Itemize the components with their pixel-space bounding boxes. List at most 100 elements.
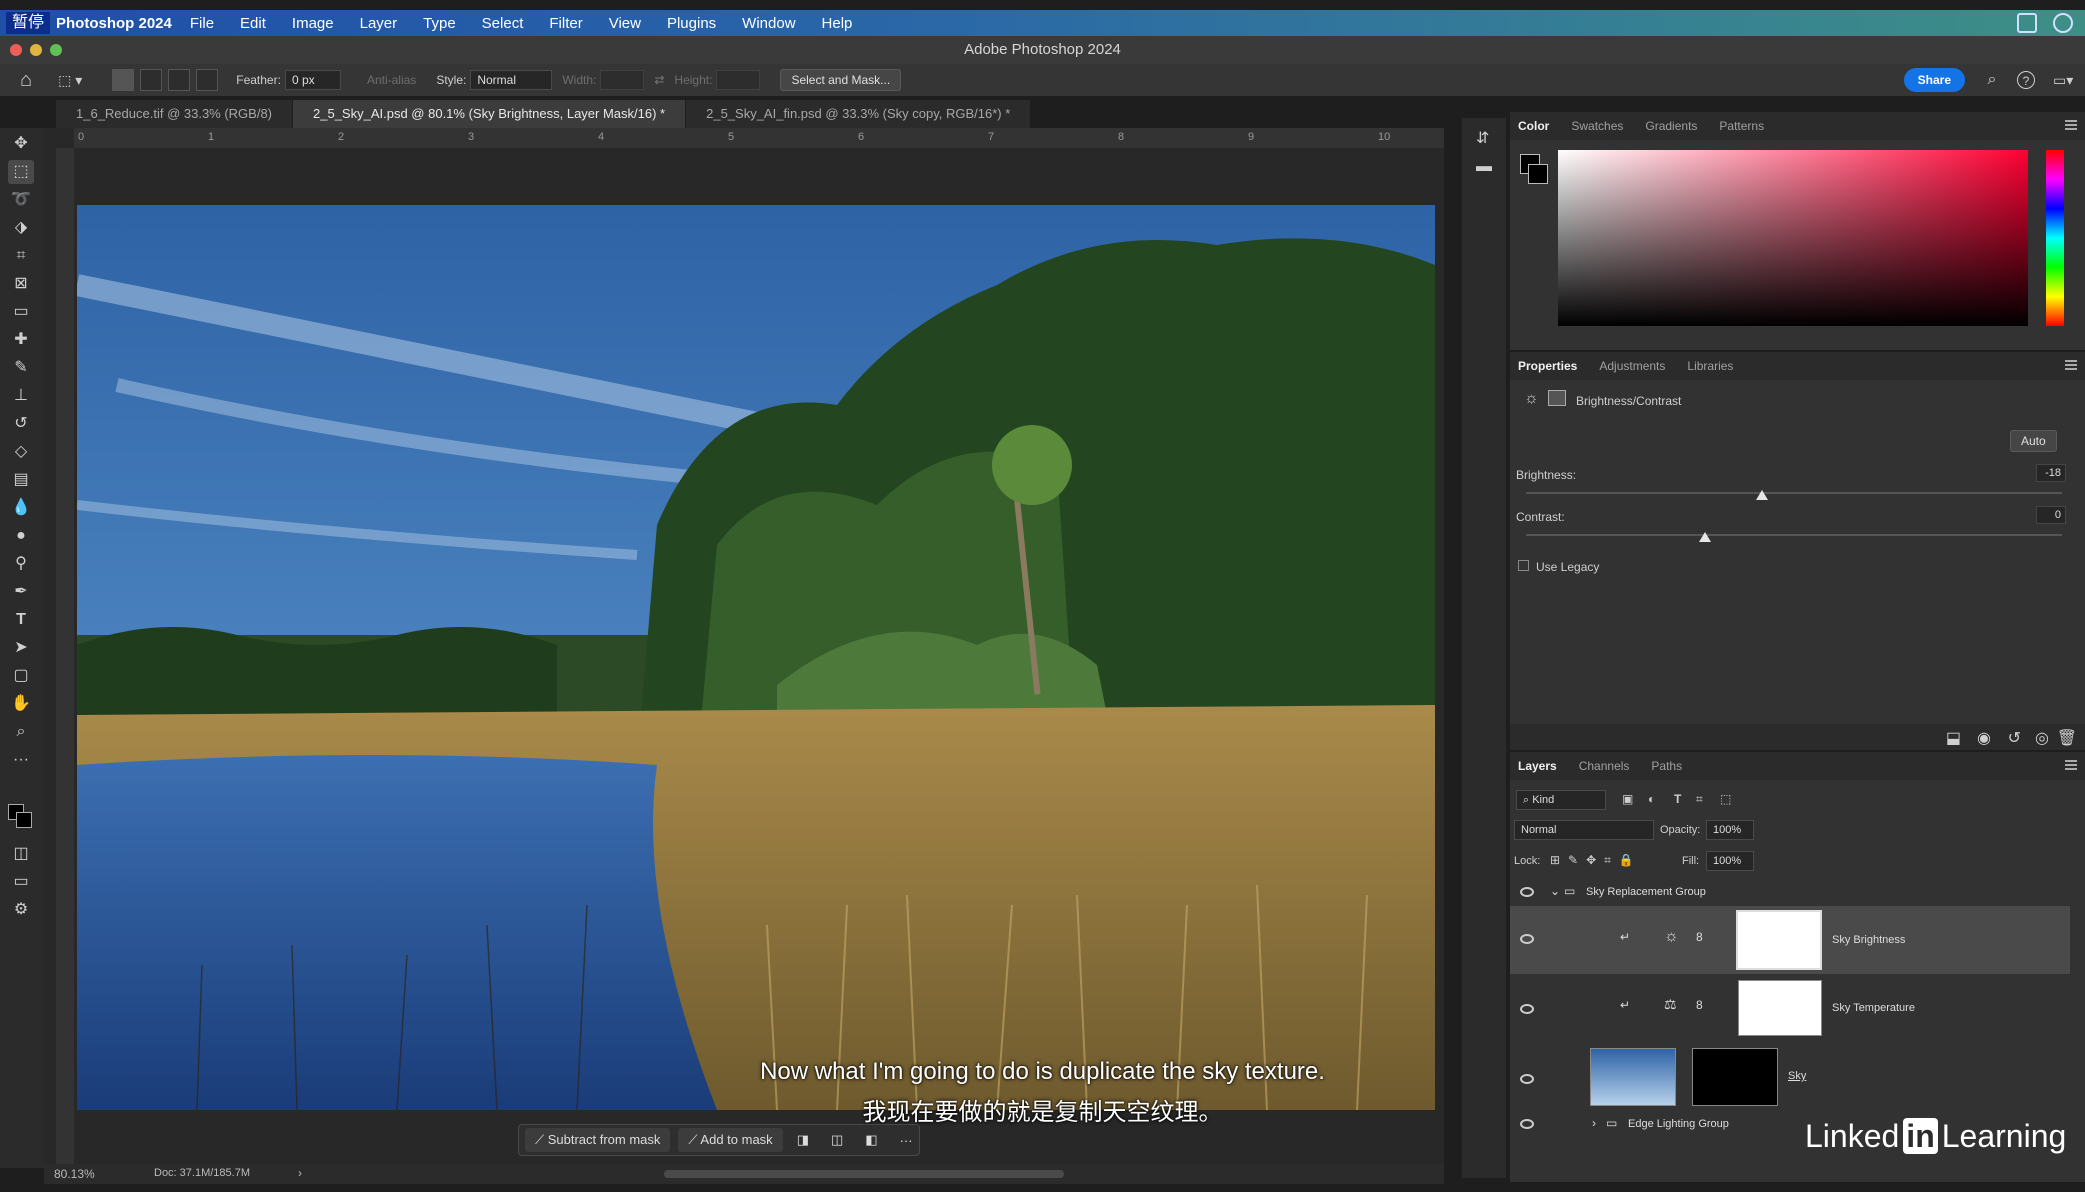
layer-name[interactable]: Sky Temperature [1832,1002,1915,1014]
brightness-value[interactable]: -18 [2036,464,2066,482]
tab-libraries[interactable]: Libraries [1687,359,1733,373]
filter-pixel-icon[interactable]: ▣ [1622,792,1633,806]
history-panel-icon[interactable]: ⇵ [1476,128,1489,148]
document-image[interactable] [77,205,1435,1110]
tab-gradients[interactable]: Gradients [1645,119,1697,133]
brightness-slider[interactable] [1526,492,2062,494]
link-icon[interactable]: 8 [1696,998,1703,1012]
brush-tool-icon[interactable]: ✎ [8,356,34,380]
toggle-visibility-icon[interactable]: ◎ [2035,728,2049,748]
intersect-selection-icon[interactable] [196,69,219,91]
add-selection-icon[interactable] [140,69,163,91]
horizontal-scrollbar[interactable] [664,1170,1064,1178]
menu-filter[interactable]: Filter [549,15,582,32]
clock-icon[interactable] [2053,13,2073,33]
layer-mask-thumbnail[interactable] [1736,910,1822,970]
healing-brush-icon[interactable]: ✚ [8,328,34,352]
lasso-tool-icon[interactable]: ➰ [8,188,34,212]
minimize-window-icon[interactable] [30,44,42,56]
use-legacy-checkbox[interactable] [1518,560,1529,571]
marquee-tool-icon[interactable]: ⬚ [8,160,34,184]
clone-stamp-icon[interactable]: ⊥ [8,384,34,408]
feather-input[interactable]: 0 px [284,70,341,90]
layer-row[interactable]: ↵ ⚖ 8 Sky Temperature [1510,974,2070,1042]
hand-tool-icon[interactable]: ✋ [8,692,34,716]
rectangle-tool-icon[interactable]: ▢ [8,664,34,688]
zoom-tool-icon[interactable]: ⌕ [8,720,34,744]
invert-mask-icon[interactable]: ◨ [797,1132,809,1148]
menu-edit[interactable]: Edit [240,15,266,32]
tab-sky-ai[interactable]: 2_5_Sky_AI.psd @ 80.1% (Sky Brightness, … [293,100,687,128]
subtract-selection-icon[interactable] [168,69,191,91]
contrast-value[interactable]: 0 [2036,506,2066,524]
tab-reduce[interactable]: 1_6_Reduce.tif @ 33.3% (RGB/8) [56,100,294,128]
layer-name[interactable]: Sky Replacement Group [1586,886,1706,898]
layers-menu-icon[interactable] [2065,760,2077,770]
eye-icon[interactable] [1520,934,1534,944]
style-select[interactable]: Normal [470,70,553,90]
auto-button[interactable]: Auto [2010,430,2057,452]
eye-icon[interactable] [1520,887,1534,897]
menu-help[interactable]: Help [822,15,853,32]
path-select-icon[interactable]: ➤ [8,636,34,660]
blur-tool-icon[interactable]: 💧 [8,496,34,520]
gradient-tool-icon[interactable]: ▤ [8,468,34,492]
chevron-right-icon[interactable]: › [1592,1116,1596,1130]
chevron-down-icon[interactable]: ⌄ [1550,884,1560,898]
menu-type[interactable]: Type [423,15,456,32]
menu-view[interactable]: View [609,15,641,32]
eye-icon[interactable] [1520,1074,1534,1084]
eraser-tool-icon[interactable]: ◇ [8,440,34,464]
layer-mask-icon[interactable] [1548,390,1566,406]
sky-layer-thumbnail[interactable] [1590,1048,1676,1106]
clip-to-layer-icon[interactable]: ⬓ [1946,728,1961,748]
sponge-tool-icon[interactable]: ⚲ [8,552,34,576]
swap-icon[interactable]: ⇄ [654,73,664,87]
ruler-tool-icon[interactable]: ▭ [8,300,34,324]
menu-file[interactable]: File [190,15,214,32]
opacity-input[interactable]: 100% [1706,820,1754,840]
properties-menu-icon[interactable] [2065,360,2077,370]
tab-patterns[interactable]: Patterns [1719,119,1764,133]
tab-properties[interactable]: Properties [1518,359,1577,373]
layer-filter-select[interactable]: ⌕ Kind [1516,790,1606,810]
home-icon[interactable]: ⌂ [20,69,32,92]
filter-type-icon[interactable]: T [1674,792,1681,806]
marquee-preset-icon[interactable]: ⬚ ▾ [58,72,82,89]
workspace-icon[interactable]: ▭▾ [2053,71,2073,89]
tab-adjustments[interactable]: Adjustments [1599,359,1665,373]
width-input[interactable] [600,70,645,90]
search-icon[interactable]: ⌕ [1983,71,2001,89]
comments-panel-icon[interactable]: ▬ [1476,158,1492,176]
more-tools-icon[interactable]: ··· [8,748,34,772]
new-selection-icon[interactable] [112,69,135,91]
link-icon[interactable]: 8 [1696,930,1703,944]
tab-swatches[interactable]: Swatches [1571,119,1623,133]
mask-options-icon[interactable]: ◫ [831,1132,843,1148]
eye-icon[interactable] [1520,1119,1534,1129]
contrast-slider[interactable] [1526,534,2062,536]
zoom-window-icon[interactable] [50,44,62,56]
reset-icon[interactable]: ↺ [2008,728,2021,748]
anti-alias-checkbox[interactable]: Anti-alias [367,73,416,87]
layer-row[interactable]: Sky [1510,1044,2070,1112]
tab-layers[interactable]: Layers [1518,759,1557,773]
layer-row[interactable]: ↵ ☼ 8 Sky Brightness [1510,906,2070,974]
close-window-icon[interactable] [10,44,22,56]
filter-shape-icon[interactable]: ⌗ [1696,792,1703,807]
menu-window[interactable]: Window [742,15,795,32]
background-color-swatch[interactable] [16,812,32,828]
layer-mask-thumbnail[interactable] [1738,980,1822,1036]
color-panel-menu-icon[interactable] [2065,120,2077,130]
menu-image[interactable]: Image [292,15,334,32]
move-tool-icon[interactable]: ✥ [8,132,34,156]
layer-name[interactable]: Edge Lighting Group [1628,1118,1729,1130]
type-tool-icon[interactable]: T [8,608,34,632]
refine-mask-icon[interactable]: ◧ [865,1132,877,1148]
eye-icon[interactable] [1520,1004,1534,1014]
bg-color-chip[interactable] [1528,164,1548,184]
brightness-slider-thumb[interactable] [1755,490,1768,500]
generative-icon[interactable]: ⚙ [8,898,34,922]
view-previous-icon[interactable]: ◉ [1977,728,1991,748]
brightness-contrast-icon[interactable]: ☼ [1524,390,1539,408]
